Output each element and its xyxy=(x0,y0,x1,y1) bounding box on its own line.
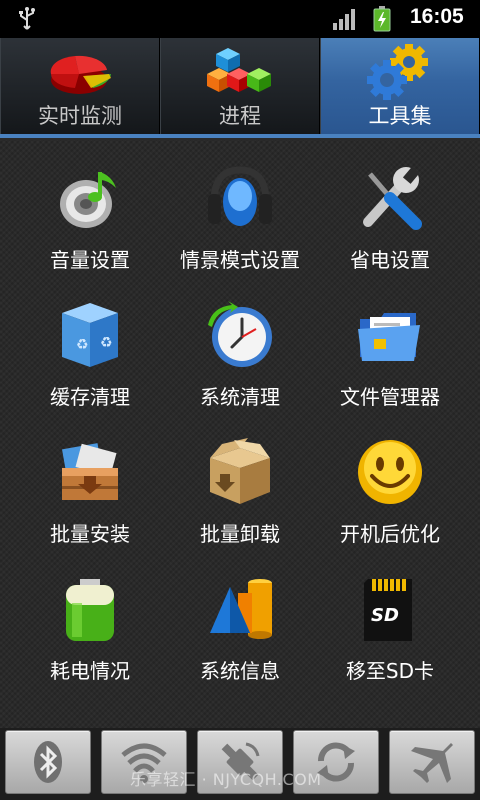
folder-icon xyxy=(358,313,420,361)
tool-power-consumption[interactable]: 耗电情况 xyxy=(10,551,170,688)
tool-boot-optimize[interactable]: 开机后优化 xyxy=(310,414,470,551)
tool-power-saving-settings[interactable]: 省电设置 xyxy=(310,140,470,277)
tool-scene-mode-settings[interactable]: 情景模式设置 xyxy=(160,140,320,277)
watermark: 乐享轻汇 · NJYCQH.COM xyxy=(130,770,322,789)
tab-bar: 实时监测 进程 工具集 xyxy=(0,38,480,134)
tool-cache-cleanup[interactable]: ♻ ♻ 缓存清理 xyxy=(10,277,170,414)
tab-toolbox[interactable]: 工具集 xyxy=(320,38,480,134)
tool-label: 音量设置 xyxy=(50,248,130,272)
battery-charging-icon xyxy=(373,6,391,32)
tab-processes[interactable]: 进程 xyxy=(160,38,320,134)
cubes-icon xyxy=(207,48,271,92)
tool-label: 耗电情况 xyxy=(50,659,130,683)
tab-label: 进程 xyxy=(219,104,261,128)
status-bar: 16:05 xyxy=(0,0,480,38)
clock-icon xyxy=(208,301,272,367)
tool-label: 批量卸载 xyxy=(200,522,280,546)
airplane-icon xyxy=(411,743,453,783)
tool-label: 缓存清理 xyxy=(50,385,130,409)
svg-text:♻: ♻ xyxy=(76,337,89,353)
tab-indicator-line xyxy=(0,134,480,138)
sd-card-icon: SD xyxy=(364,579,412,641)
pie-chart-icon xyxy=(50,55,111,94)
svg-text:SD: SD xyxy=(371,605,399,626)
smiley-icon xyxy=(358,440,422,504)
status-time: 16:05 xyxy=(410,5,464,28)
tool-label: 移至SD卡 xyxy=(345,659,435,683)
tool-grid: 音量设置 情景模式设置 省电设置 ♻ ♻ 缓存清理 系统清理 文件管理器 批量安… xyxy=(0,140,480,728)
tool-system-info[interactable]: 系统信息 xyxy=(160,551,320,688)
tool-file-manager[interactable]: 文件管理器 xyxy=(310,277,470,414)
shapes-icon xyxy=(210,579,272,639)
recycle-box-icon: ♻ ♻ xyxy=(62,303,118,367)
speaker-music-icon xyxy=(60,172,116,228)
wrench-screwdriver-icon xyxy=(363,166,422,230)
usb-icon xyxy=(19,7,35,30)
tool-label: 系统清理 xyxy=(200,385,280,409)
tab-realtime-monitor[interactable]: 实时监测 xyxy=(0,38,160,134)
tool-label: 开机后优化 xyxy=(340,522,440,546)
tab-label: 工具集 xyxy=(368,104,432,128)
svg-text:♻: ♻ xyxy=(100,335,113,351)
airplane-mode-toggle[interactable] xyxy=(389,730,475,794)
bluetooth-icon xyxy=(34,741,62,783)
bluetooth-toggle[interactable] xyxy=(5,730,91,794)
tool-label: 文件管理器 xyxy=(340,385,440,409)
gears-icon xyxy=(367,44,428,100)
tool-label: 系统信息 xyxy=(200,659,280,683)
tool-batch-install[interactable]: 批量安装 xyxy=(10,414,170,551)
battery-icon xyxy=(66,579,114,641)
tab-label: 实时监测 xyxy=(38,104,122,128)
signal-icon xyxy=(333,9,355,30)
tool-batch-uninstall[interactable]: 批量卸载 xyxy=(160,414,320,551)
tool-label: 情景模式设置 xyxy=(180,248,300,272)
install-box-icon xyxy=(62,443,118,500)
tool-system-cleanup[interactable]: 系统清理 xyxy=(160,277,320,414)
open-box-icon xyxy=(210,438,270,504)
tool-label: 省电设置 xyxy=(350,248,430,272)
headphones-icon xyxy=(208,166,272,226)
tool-volume-settings[interactable]: 音量设置 xyxy=(10,140,170,277)
tool-move-to-sd[interactable]: SD 移至SD卡 xyxy=(310,551,470,688)
tool-label: 批量安装 xyxy=(50,522,130,546)
